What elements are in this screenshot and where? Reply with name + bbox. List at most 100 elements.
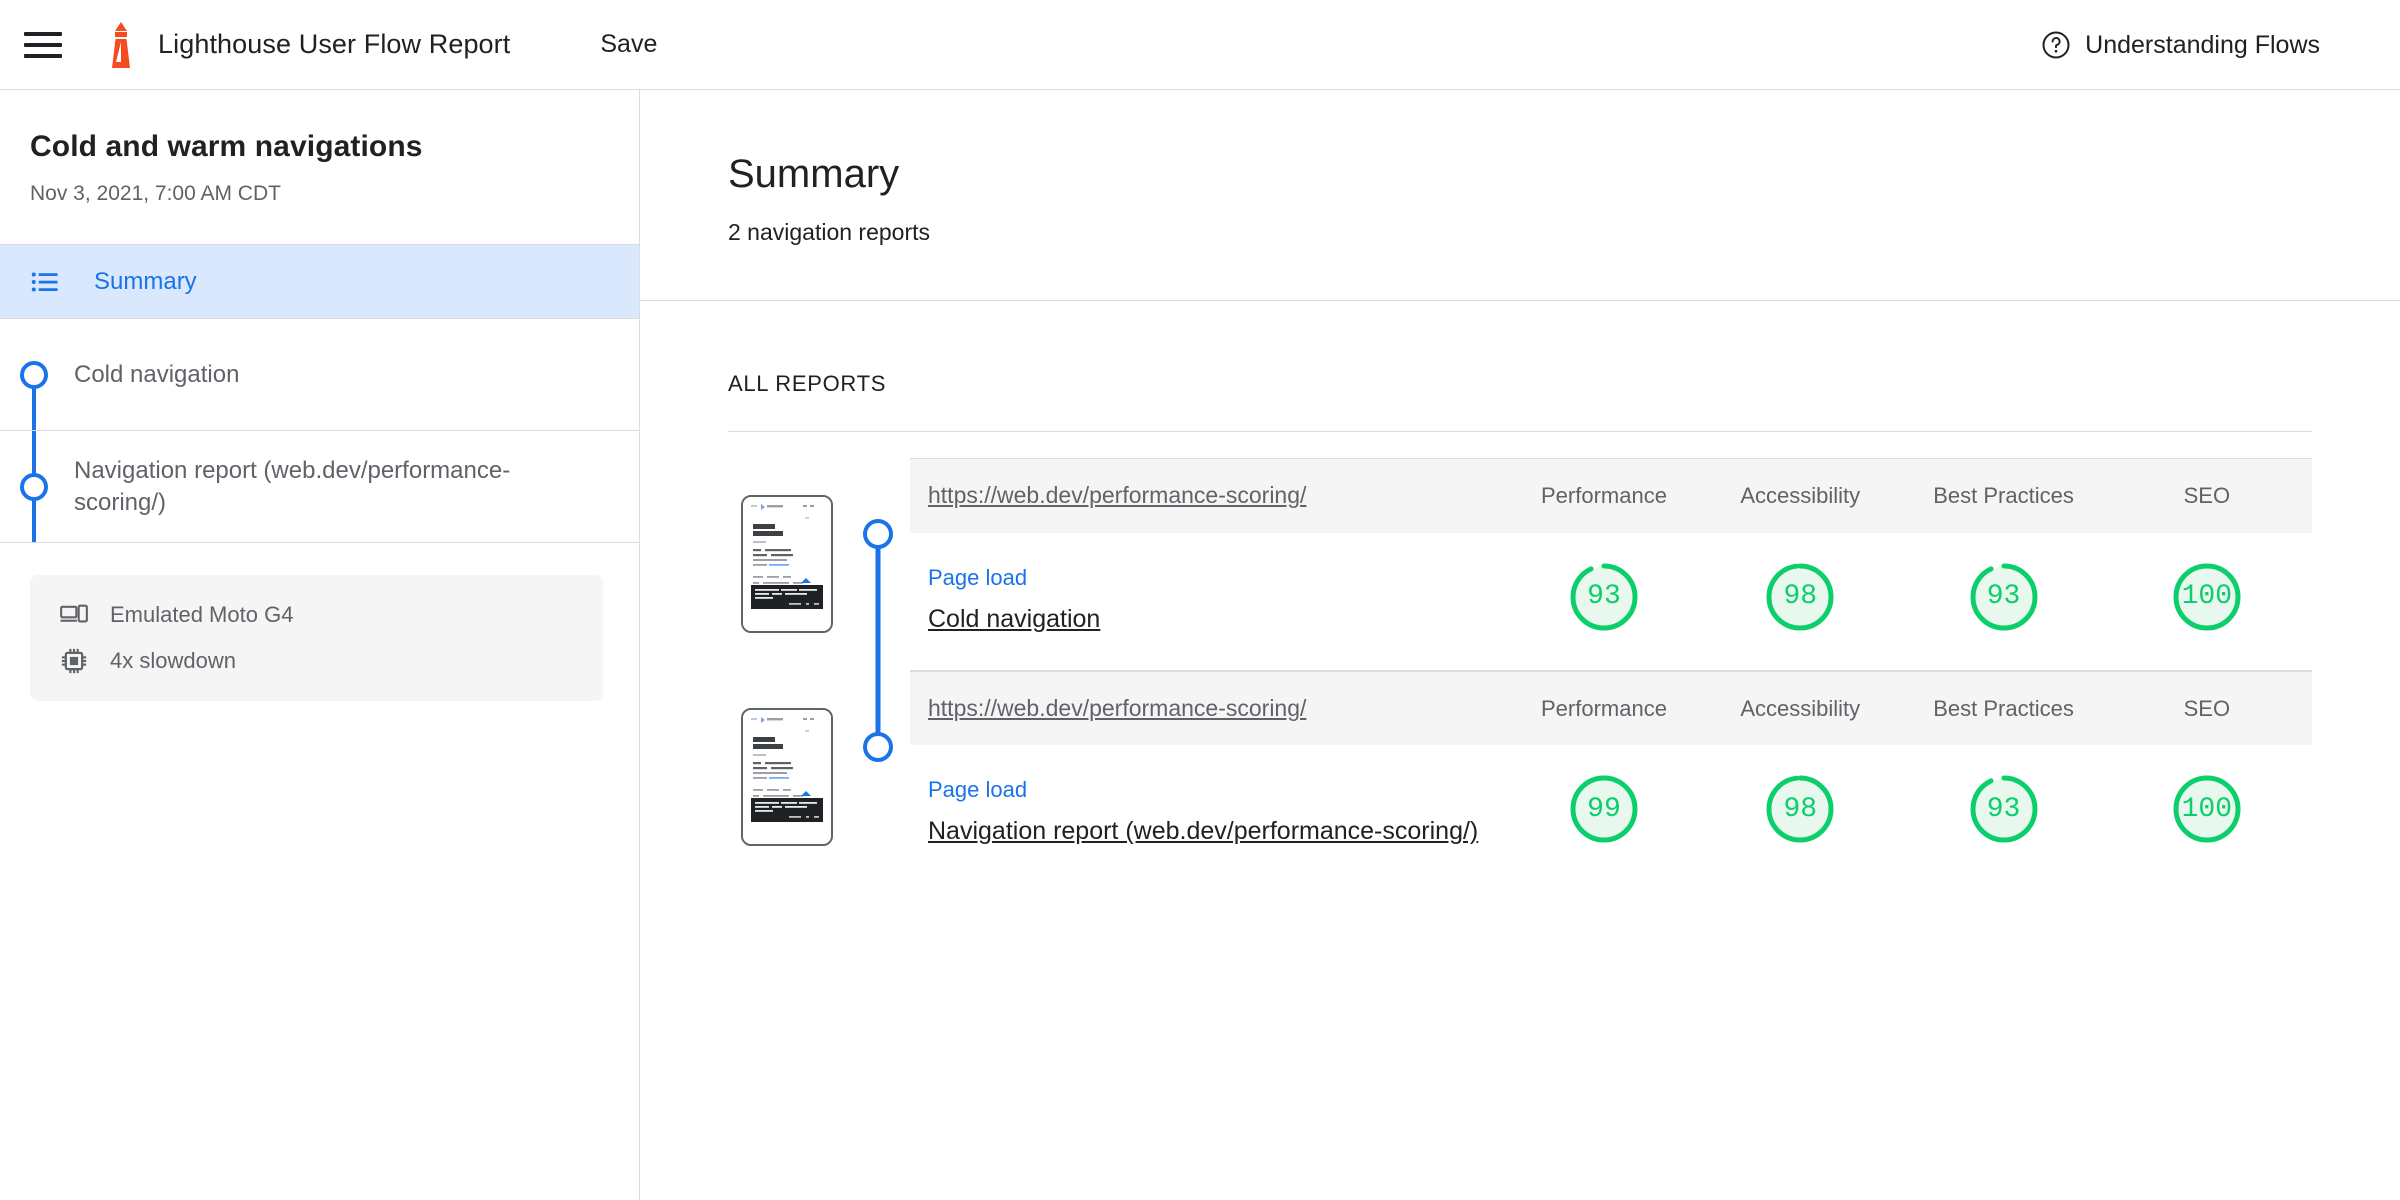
score-cell-accessibility: 98 <box>1695 745 1905 882</box>
report-name-cell: Page load Cold navigation <box>910 532 1513 671</box>
score-value: 93 <box>1587 581 1621 613</box>
understanding-flows-link[interactable]: Understanding Flows <box>2041 0 2320 90</box>
page-screenshot-thumbnail <box>741 707 833 846</box>
flow-header: Cold and warm navigations Nov 3, 2021, 7… <box>0 90 639 245</box>
timeline-node-icon <box>20 472 48 501</box>
top-app-bar: Lighthouse User Flow Report Save Underst… <box>0 0 2400 90</box>
sidebar-item-summary[interactable]: Summary <box>0 245 639 319</box>
column-header-accessibility: Accessibility <box>1695 457 1906 533</box>
report-thumbnail-cell <box>640 671 846 883</box>
score-gauge[interactable]: 98 <box>1762 771 1838 847</box>
score-gauge[interactable]: 93 <box>1566 559 1642 635</box>
report-url-link[interactable]: https://web.dev/performance-scoring/ <box>910 670 1513 746</box>
understanding-flows-label: Understanding Flows <box>2085 30 2320 59</box>
list-icon <box>31 272 58 291</box>
score-value: 100 <box>2181 793 2233 825</box>
sidebar-item-label: Navigation report (web.dev/performance-s… <box>74 456 511 516</box>
report-thumbnail-cell <box>640 458 846 671</box>
hamburger-bar <box>24 31 62 36</box>
sidebar-item-step-2[interactable]: Navigation report (web.dev/performance-s… <box>0 431 639 543</box>
sidebar-item-label: Summary <box>94 267 197 295</box>
page-title: Summary <box>728 152 900 196</box>
column-header-accessibility: Accessibility <box>1695 670 1906 746</box>
report-gate-label: Page load <box>928 777 1028 803</box>
help-circle-icon <box>2042 31 2070 59</box>
column-header-performance: Performance <box>1512 670 1696 746</box>
page-body: Cold and warm navigations Nov 3, 2021, 7… <box>0 90 2400 1200</box>
hamburger-bar <box>24 53 62 58</box>
report-url-link[interactable]: https://web.dev/performance-scoring/ <box>910 457 1513 533</box>
reports-list: https://web.dev/performance-scoring/ Per… <box>640 432 2400 882</box>
table-header-row: https://web.dev/performance-scoring/ Per… <box>910 457 2312 533</box>
screenshot-content <box>743 497 831 632</box>
step-timeline-gutter <box>0 319 74 430</box>
environment-throttling-label: 4x slowdown <box>110 648 236 673</box>
timeline-node-icon <box>20 360 48 389</box>
report-card: https://web.dev/performance-scoring/ Per… <box>910 670 2400 883</box>
score-gauge[interactable]: 98 <box>1762 559 1838 635</box>
timeline-connector <box>875 534 881 671</box>
table-row: Page load Navigation report (web.dev/per… <box>910 745 2312 882</box>
score-cell-accessibility: 98 <box>1695 532 1906 671</box>
flow-timestamp: Nov 3, 2021, 7:00 AM CDT <box>30 182 281 205</box>
score-gauge[interactable]: 99 <box>1566 771 1642 847</box>
column-header-seo: SEO <box>2101 457 2312 533</box>
score-gauge[interactable]: 93 <box>1966 771 2042 847</box>
report-row: https://web.dev/performance-scoring/ Per… <box>640 457 2400 671</box>
save-button[interactable]: Save <box>590 24 667 65</box>
timeline-node-icon <box>863 731 893 762</box>
page-screenshot-thumbnail <box>741 495 833 634</box>
score-value: 99 <box>1587 793 1621 825</box>
score-value: 93 <box>1986 581 2021 613</box>
flow-title: Cold and warm navigations <box>30 130 423 163</box>
score-value: 100 <box>2181 581 2233 613</box>
report-table: https://web.dev/performance-scoring/ Per… <box>910 457 2312 671</box>
environment-device-row: Emulated Moto G4 <box>60 601 573 629</box>
score-value: 93 <box>1986 793 2021 825</box>
report-name-link[interactable]: Navigation report (web.dev/performance-s… <box>928 817 1513 846</box>
score-cell-best-practices: 93 <box>1905 532 2102 671</box>
main-content: Summary 2 navigation reports ALL REPORTS <box>640 90 2400 1200</box>
column-header-best-practices: Best Practices <box>1905 457 2102 533</box>
environment-box: Emulated Moto G4 4x slowdown <box>30 575 603 701</box>
score-cell-performance: 93 <box>1512 532 1696 671</box>
step-timeline-gutter <box>0 431 74 542</box>
page-subtitle: 2 navigation reports <box>728 219 931 245</box>
environment-device-label: Emulated Moto G4 <box>110 602 294 627</box>
devices-icon <box>60 604 88 623</box>
report-row: https://web.dev/performance-scoring/ Per… <box>640 670 2400 883</box>
column-header-best-practices: Best Practices <box>1905 670 2102 746</box>
hamburger-bar <box>24 42 62 47</box>
sidebar: Cold and warm navigations Nov 3, 2021, 7… <box>0 90 640 1200</box>
score-cell-seo: 100 <box>2102 745 2312 882</box>
report-name-link[interactable]: Cold navigation <box>928 605 1513 634</box>
report-table: https://web.dev/performance-scoring/ Per… <box>910 670 2312 883</box>
score-cell-performance: 99 <box>1513 745 1695 882</box>
score-value: 98 <box>1783 793 1818 825</box>
sidebar-item-step-1[interactable]: Cold navigation <box>0 319 639 431</box>
score-cell-best-practices: 93 <box>1905 745 2101 882</box>
score-gauge[interactable]: 100 <box>2169 559 2245 635</box>
table-row: Page load Cold navigation 93 98 93 100 <box>910 532 2312 671</box>
report-card: https://web.dev/performance-scoring/ Per… <box>910 457 2400 671</box>
column-header-performance: Performance <box>1512 457 1696 533</box>
screenshot-content <box>743 709 831 844</box>
column-header-seo: SEO <box>2101 670 2312 746</box>
report-name-cell: Page load Navigation report (web.dev/per… <box>910 745 1513 882</box>
summary-header: Summary 2 navigation reports <box>640 90 2400 301</box>
score-gauge[interactable]: 93 <box>1966 559 2042 635</box>
report-timeline-cell <box>846 458 910 671</box>
all-reports-label: ALL REPORTS <box>728 371 887 396</box>
score-gauge[interactable]: 100 <box>2169 771 2245 847</box>
environment-throttling-row: 4x slowdown <box>60 647 573 675</box>
score-cell-seo: 100 <box>2101 532 2312 671</box>
sidebar-item-label: Cold navigation <box>74 360 240 388</box>
report-timeline-cell <box>846 670 910 883</box>
hamburger-menu-icon[interactable] <box>24 24 66 66</box>
timeline-node-icon <box>863 519 893 549</box>
table-header-row: https://web.dev/performance-scoring/ Per… <box>910 670 2312 746</box>
report-gate-label: Page load <box>928 564 1028 590</box>
score-value: 98 <box>1783 581 1818 613</box>
cpu-chip-icon <box>61 648 87 674</box>
lighthouse-logo-icon <box>112 21 130 68</box>
